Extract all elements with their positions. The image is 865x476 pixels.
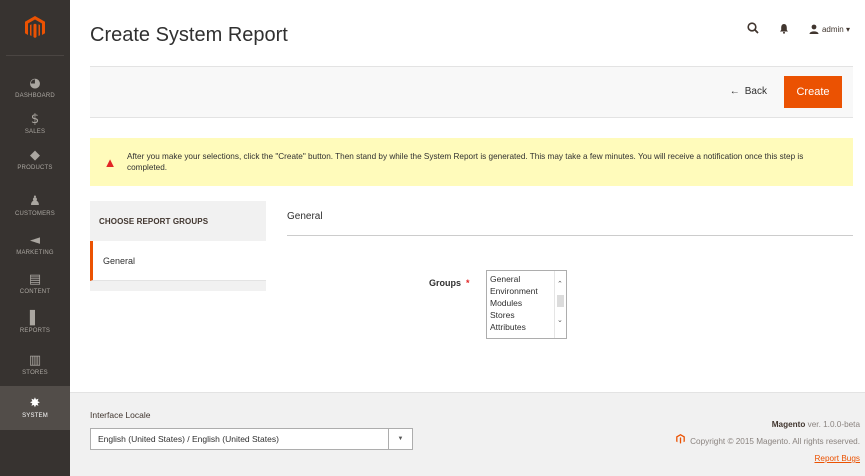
nav-customers[interactable]: ♟ Customers [0,184,70,228]
nav-marketing-label: Marketing [16,250,54,256]
interface-locale-value: English (United States) / English (Unite… [98,434,279,444]
tabs-heading: CHOOSE REPORT GROUPS [90,201,266,241]
admin-username: admin ▾ [821,24,850,34]
warning-icon: ▲ [103,154,117,170]
groups-option[interactable]: Environment [487,285,553,297]
groups-label: Groups * [429,278,470,288]
groups-label-text: Groups [429,278,462,288]
nav-products-label: Products [17,165,53,171]
groups-option-list: General Environment Modules Stores Attri… [487,273,553,333]
tab-general[interactable]: General [90,241,266,281]
version-line: Magento ver. 1.0.0-beta [676,416,860,433]
groups-option[interactable]: Attributes [487,321,553,333]
gear-icon: ✸ [29,396,41,411]
nav-products[interactable]: ◆ Products [0,138,70,182]
nav-sales-label: Sales [24,129,46,135]
copyright-text: Copyright © 2015 Magento. All rights res… [690,437,860,446]
nav-reports-label: Reports [19,328,51,334]
groups-scrollbar[interactable]: ⌃ ⌄ [554,271,566,338]
groups-multiselect[interactable]: General Environment Modules Stores Attri… [486,270,567,339]
interface-locale-label: Interface Locale [90,410,151,420]
nav-customers-label: Customers [14,211,56,217]
nav-reports[interactable]: ▌ Reports [0,301,70,345]
box-icon: ◆ [30,148,40,163]
nav-marketing[interactable]: ◄ Marketing [0,223,70,267]
create-button[interactable]: Create [784,76,842,108]
store-icon: ▥ [28,353,42,368]
nav-system[interactable]: ✸ System [0,386,70,430]
version-text: ver. 1.0.0-beta [807,420,860,429]
report-bugs-link[interactable]: Report Bugs [814,454,860,463]
magento-footer-logo-icon [676,433,685,450]
chevron-down-icon[interactable]: ⌄ [557,316,563,324]
nav-dashboard-label: Dashboard [15,93,55,99]
nav-content[interactable]: ▤ Content [0,262,70,306]
arrow-left-icon: ← [729,86,740,97]
layout-icon: ▤ [28,272,42,287]
warning-text: After you make your selections, click th… [127,152,804,172]
groups-option[interactable]: Stores [487,309,553,321]
nav-content-label: Content [19,289,51,295]
sidebar-divider [6,55,64,56]
nav-system-label: System [22,413,48,419]
back-button[interactable]: ← Back [730,86,767,97]
person-icon: ♟ [29,194,41,209]
scrollbar-thumb[interactable] [557,295,564,307]
required-asterisk: * [466,278,470,288]
groups-option[interactable]: General [487,273,553,285]
admin-account-menu[interactable]: admin ▾ [809,24,850,34]
page-title: Create System Report [90,24,288,46]
dropdown-arrow-icon[interactable]: ▼ [388,429,412,449]
megaphone-icon: ◄ [30,233,40,248]
groups-option[interactable]: Modules [487,297,553,309]
chevron-up-icon[interactable]: ⌃ [557,280,563,288]
nav-stores[interactable]: ▥ Stores [0,343,70,387]
copyright-line: Copyright © 2015 Magento. All rights res… [676,433,860,450]
bell-icon[interactable] [779,23,789,36]
interface-locale-select[interactable]: English (United States) / English (Unite… [90,428,413,450]
section-title: General [287,211,323,222]
user-icon [809,24,819,34]
magento-logo-icon[interactable] [0,0,70,55]
bar-chart-icon: ▌ [30,311,40,326]
section-divider [287,235,853,236]
header-actions: admin ▾ [747,22,850,36]
brand-name: Magento [771,420,806,429]
dollar-icon: $ [30,112,40,127]
dashboard-icon: ◕ [29,76,41,91]
footer-legal: Magento ver. 1.0.0-beta Copyright © 2015… [676,416,860,467]
search-icon[interactable] [747,22,759,36]
warning-message: ▲ After you make your selections, click … [90,138,853,186]
page-actions-bar: ← Back Create [90,66,853,118]
admin-sidebar: ◕ Dashboard $ Sales ◆ Products ♟ Custome… [0,0,70,476]
back-button-label: Back [744,86,767,97]
nav-stores-label: Stores [22,370,48,376]
tabs-footer [90,281,266,291]
